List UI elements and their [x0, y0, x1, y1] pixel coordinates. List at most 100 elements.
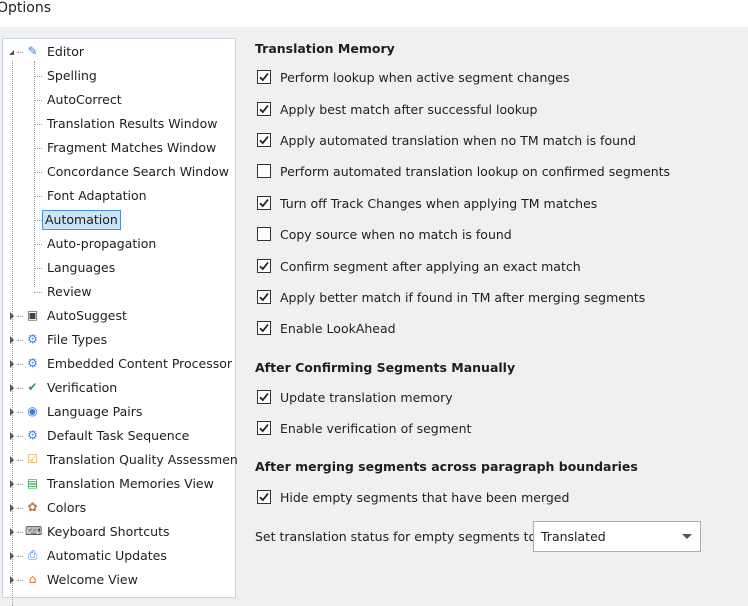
tree-item-label: Fragment Matches Window: [47, 140, 217, 155]
tree-item-fragment-matches-window[interactable]: Fragment Matches Window: [3, 138, 235, 158]
tree-item-label: Concordance Search Window: [47, 164, 229, 179]
expand-arrow-icon[interactable]: [10, 456, 14, 464]
checkbox[interactable]: [257, 290, 271, 304]
tree-item-label: Languages: [47, 260, 116, 275]
option-label: Apply better match if found in TM after …: [280, 290, 646, 305]
tree-connector: [17, 364, 23, 365]
expand-arrow-icon[interactable]: [10, 408, 14, 416]
translation-status-dropdown[interactable]: Translated: [533, 521, 701, 552]
tree-item-label: Translation Memories View: [47, 476, 214, 491]
tree-item-label: Automatic Updates: [47, 548, 167, 563]
expand-arrow-icon[interactable]: [10, 552, 14, 560]
tree-item-translation-results-window[interactable]: Translation Results Window: [3, 114, 235, 134]
tree-connector: [17, 316, 23, 317]
expand-arrow-icon[interactable]: [10, 432, 14, 440]
tree-item-default-task-sequence[interactable]: ⚙ Default Task Sequence: [3, 426, 235, 446]
tree-connector: [17, 580, 23, 581]
verification-icon: ✔: [27, 380, 38, 394]
tree-item-review[interactable]: Review: [3, 282, 235, 302]
section-heading: Translation Memory: [255, 41, 395, 56]
expand-arrow-icon[interactable]: [10, 576, 14, 584]
section-heading: After merging segments across paragraph …: [255, 459, 638, 474]
tree-item-verification[interactable]: ✔ Verification: [3, 378, 235, 398]
translation-memories-icon: ▤: [26, 476, 39, 490]
tree-item-font-adaptation[interactable]: Font Adaptation: [3, 186, 235, 206]
tree-item-translation-quality-assessmen[interactable]: ☑ Translation Quality Assessmen: [3, 450, 238, 470]
checkmark-icon: [259, 492, 269, 502]
checkmark-icon: [259, 392, 269, 402]
tree-item-label: Review: [47, 284, 92, 299]
option-label: Confirm segment after applying an exact …: [280, 259, 581, 274]
tree-item-label: Language Pairs: [47, 404, 143, 419]
expand-arrow-icon[interactable]: [10, 336, 14, 344]
expand-arrow-icon[interactable]: [10, 504, 14, 512]
checkbox[interactable]: [257, 227, 271, 241]
tree-item-automation[interactable]: Automation: [3, 210, 235, 230]
checkbox[interactable]: [257, 196, 271, 210]
expand-arrow-icon[interactable]: [10, 360, 14, 368]
tree-item-spelling[interactable]: Spelling: [3, 66, 235, 86]
options-tree[interactable]: ✎ Editor Spelling AutoCorrect Translation Re…: [2, 38, 238, 606]
expand-arrow-icon[interactable]: [10, 528, 14, 536]
language-pairs-icon: ◉: [27, 404, 38, 418]
tree-connector: [17, 508, 23, 509]
collapse-arrow-icon[interactable]: [9, 50, 14, 55]
tree-connector: [34, 124, 42, 125]
tree-item-translation-memories-view[interactable]: ▤ Translation Memories View: [3, 474, 235, 494]
tree-connector: [34, 148, 42, 149]
checkmark-icon: [259, 198, 269, 208]
checkbox[interactable]: [257, 259, 271, 273]
tree-item-label: Embedded Content Processor: [47, 356, 233, 371]
tree-item-label: Keyboard Shortcuts: [47, 524, 170, 539]
tree-item-label: Verification: [47, 380, 118, 395]
expand-arrow-icon[interactable]: [10, 480, 14, 488]
tree-connector: [34, 220, 42, 221]
checkbox[interactable]: [257, 421, 271, 435]
checkbox[interactable]: [257, 321, 271, 335]
tree-item-automatic-updates[interactable]: ⎙ Automatic Updates: [3, 546, 235, 566]
checkbox[interactable]: [257, 70, 271, 84]
tree-connector: [34, 292, 42, 293]
option-label: Enable LookAhead: [280, 321, 396, 336]
option-label: Hide empty segments that have been merge…: [280, 490, 570, 505]
checkbox[interactable]: [257, 490, 271, 504]
tree-item-label: Translation Results Window: [47, 116, 218, 131]
tree-item-autocorrect[interactable]: AutoCorrect: [3, 90, 235, 110]
tree-item-file-types[interactable]: ⚙ File Types: [3, 330, 235, 350]
automation-settings-panel: Set translation status for empty segment…: [237, 28, 748, 589]
tree-item-embedded-content-processor[interactable]: ⚙ Embedded Content Processor: [3, 354, 235, 374]
tree-item-label: Default Task Sequence: [47, 428, 190, 443]
checkbox[interactable]: [257, 133, 271, 147]
tree-item-keyboard-shortcuts[interactable]: ⌨ Keyboard Shortcuts: [3, 522, 235, 542]
option-label: Apply automated translation when no TM m…: [280, 133, 636, 148]
tree-item-label: Automation: [42, 210, 121, 230]
home-icon: ⌂: [28, 572, 37, 586]
checkbox[interactable]: [257, 390, 271, 404]
tree-item-auto-propagation[interactable]: Auto-propagation: [3, 234, 235, 254]
tree-connector: [34, 268, 42, 269]
expand-arrow-icon[interactable]: [10, 312, 14, 320]
tree-item-colors[interactable]: ✿ Colors: [3, 498, 235, 518]
tree-item-label: Translation Quality Assessmen: [47, 452, 238, 467]
option-label: Enable verification of segment: [280, 421, 472, 436]
tree-item-concordance-search-window[interactable]: Concordance Search Window: [3, 162, 235, 182]
tree-connector: [34, 244, 42, 245]
tree-item-languages[interactable]: Languages: [3, 258, 235, 278]
tree-item-label: Editor: [47, 44, 84, 59]
dropdown-value: Translated: [541, 529, 606, 544]
tree-item-label: Spelling: [47, 68, 97, 83]
tree-item-autosuggest[interactable]: ▣ AutoSuggest: [3, 306, 235, 326]
tree-connector: [17, 532, 23, 533]
tree-item-label: File Types: [47, 332, 108, 347]
expand-arrow-icon[interactable]: [10, 384, 14, 392]
tree-connector: [34, 76, 42, 77]
checkbox[interactable]: [257, 102, 271, 116]
status-label: Set translation status for empty segment…: [255, 529, 541, 544]
tree-item-welcome-view[interactable]: ⌂ Welcome View: [3, 570, 235, 590]
checkbox[interactable]: [257, 164, 271, 178]
tree-item-editor[interactable]: ✎ Editor: [3, 42, 235, 62]
keyboard-icon: ⌨: [25, 524, 43, 538]
checkmark-icon: [259, 104, 269, 114]
tree-item-language-pairs[interactable]: ◉ Language Pairs: [3, 402, 235, 422]
tree-connector: [17, 436, 23, 437]
